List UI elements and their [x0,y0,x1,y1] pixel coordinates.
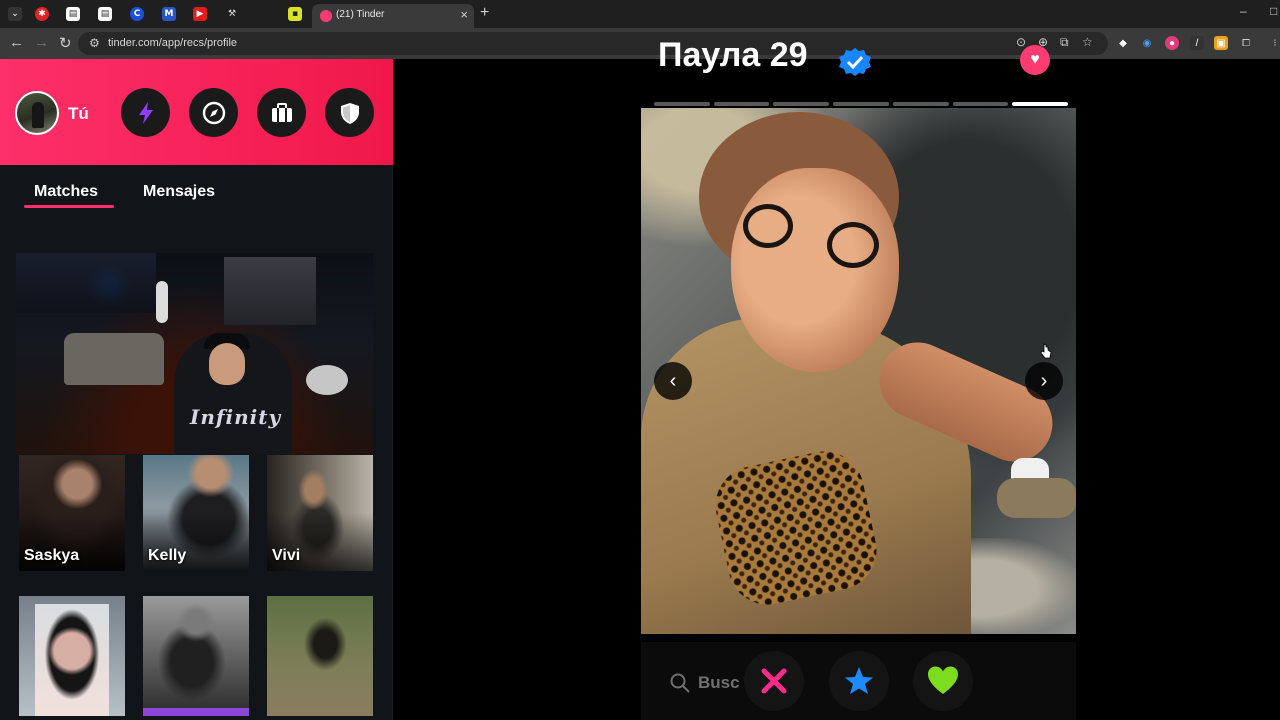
extensions-puzzle-icon[interactable]: ⧠ [1239,36,1253,50]
address-bar[interactable]: ⚙ tinder.com/app/recs/profile ⊙ ⊕ ⧉ ☆ [78,32,1108,55]
tab-favicon-icon[interactable]: ✱ [35,7,49,21]
progress-segment [952,102,1009,106]
sidebar-header: Tú [0,59,393,165]
progress-segment [773,102,830,106]
boost-button[interactable] [121,88,170,137]
search-hint[interactable]: Busc [670,673,740,693]
shield-icon [340,102,359,124]
explore-button[interactable] [189,88,238,137]
ext-slash-icon[interactable]: / [1190,36,1204,50]
super-like-icon [845,667,873,694]
tab-mensajes[interactable]: Mensajes [143,183,215,201]
user-avatar[interactable] [15,91,59,135]
progress-segment [654,102,710,106]
match-name: Saskya [24,547,80,564]
match-name: Vivi [272,547,301,564]
tab-favicon-icon[interactable]: ▤ [66,7,80,21]
heart-badge-icon[interactable]: ♥ [1020,45,1050,75]
next-photo-button[interactable]: › [1025,362,1063,400]
tinder-favicon-icon [320,10,332,22]
ext-lock-icon[interactable]: ▣ [1214,36,1228,50]
match-card[interactable] [143,596,249,716]
like-button[interactable] [913,651,973,711]
tab-favicon-icon[interactable]: ▪ [288,7,302,21]
progress-segment [713,102,770,106]
briefcase-icon [271,102,292,122]
boost-icon [138,101,153,124]
reload-button[interactable]: ↻ [59,34,72,52]
ext-diamond-icon[interactable]: ◆ [1116,36,1130,50]
restore-icon[interactable]: □ [1270,4,1277,18]
tab-favicon-icon[interactable]: C [130,7,144,21]
progress-segment [892,102,949,106]
super-like-button[interactable] [829,651,889,711]
profile-menu-icon[interactable]: ⁝ [1268,36,1280,50]
search-hint-text: Busc [698,673,740,692]
photo-progress-bar [654,102,1069,106]
nope-button[interactable] [744,651,804,711]
install-app-icon[interactable]: ⧉ [1060,35,1069,50]
tab-title: (21) Tinder [336,9,385,20]
user-label[interactable]: Tú [68,104,89,124]
verified-badge-icon [839,48,871,76]
progress-segment [1012,102,1069,106]
like-icon [928,666,958,694]
hand-cursor-icon [1040,343,1052,359]
sidebar: Tú Matches Mensajes Infinity Saskya Kell… [0,59,393,720]
active-tab-indicator [24,205,114,208]
ext-audio-icon[interactable]: ◉ [1140,36,1154,50]
likes-card[interactable]: Infinity [16,253,373,454]
site-info-icon[interactable]: ⚙ [89,36,100,50]
previous-photo-button[interactable]: ‹ [654,362,692,400]
tab-favicon-icon[interactable]: ▶ [193,7,207,21]
work-button[interactable] [257,88,306,137]
match-card[interactable] [19,596,125,716]
nope-icon [761,668,787,694]
tab-favicon-icon[interactable]: ⚒ [225,7,239,21]
back-button[interactable]: ← [9,34,24,51]
new-tab-button[interactable]: + [480,4,489,22]
match-card[interactable]: Saskya [19,455,125,571]
tab-favicon-icon[interactable]: ▤ [98,7,112,21]
progress-segment [833,102,889,106]
minimize-icon[interactable]: – [1240,4,1247,18]
shirt-print-text: Infinity [190,405,282,429]
profile-name-age: Паула 29 [658,36,808,74]
forward-button[interactable]: → [34,34,49,51]
browser-toolbar: ← → ↻ ⚙ tinder.com/app/recs/profile ⊙ ⊕ … [0,28,1280,59]
profile-photo[interactable] [641,108,1076,634]
match-card[interactable] [267,596,373,716]
url-text[interactable]: tinder.com/app/recs/profile [108,37,237,49]
tab-matches[interactable]: Matches [34,183,98,201]
tab-search-icon[interactable]: ⌄ [8,7,22,21]
safety-button[interactable] [325,88,374,137]
bookmark-star-icon[interactable]: ☆ [1082,35,1093,49]
tab-tinder[interactable]: (21) Tinder × [312,4,474,28]
match-name: Kelly [148,547,187,564]
close-tab-icon[interactable]: × [460,7,468,22]
ext-pink-icon[interactable]: ● [1165,36,1179,50]
location-icon[interactable]: ⊙ [1016,35,1026,49]
tab-favicon-icon[interactable]: M [162,7,176,21]
explore-icon [202,101,225,124]
search-icon [670,673,690,693]
match-card[interactable]: Vivi [267,455,373,571]
browser-tabstrip: ⌄ ✱ ▤ ▤ C M ▶ ⚒ ▪ (21) Tinder × + – □ [0,0,1280,28]
match-card[interactable]: Kelly [143,455,249,571]
